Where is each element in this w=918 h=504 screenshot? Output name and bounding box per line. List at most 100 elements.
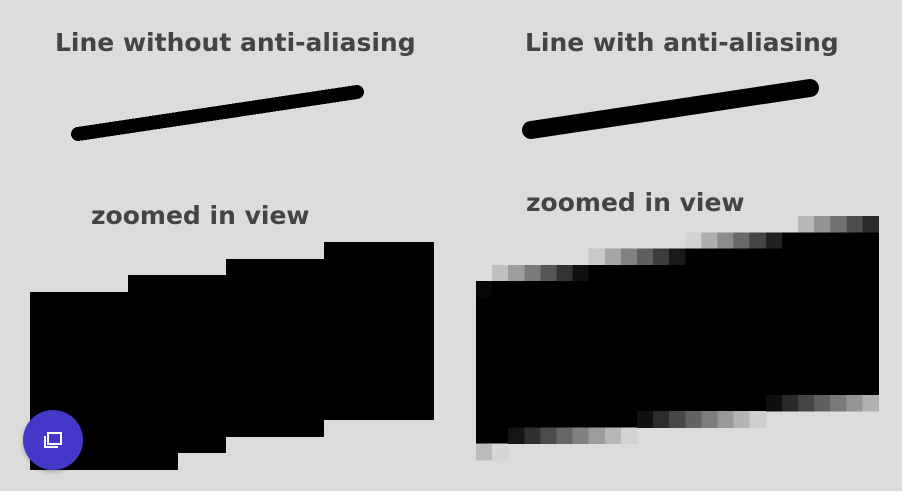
zoom-pixel	[588, 362, 606, 380]
zoom-pixel	[588, 281, 606, 298]
zoom-pixel	[476, 362, 493, 380]
zoom-pixel	[669, 313, 686, 331]
zoom-pixel	[685, 248, 702, 266]
zoom-pixel	[749, 394, 767, 412]
zoom-pixel	[701, 378, 719, 396]
zoom-pixel	[701, 329, 719, 347]
zoom-pixel	[620, 313, 638, 331]
zoom-pixel	[798, 216, 815, 233]
zoom-pixel	[556, 427, 574, 445]
zoom-pixel	[717, 248, 735, 266]
zoom-pixel	[830, 329, 847, 347]
zoom-pixel	[733, 232, 751, 250]
zoom-pixel	[620, 427, 638, 445]
zoom-pixel	[733, 297, 751, 315]
zoom-pixel	[749, 362, 767, 380]
zoom-pixel	[492, 427, 509, 445]
zoom-pixel	[765, 329, 783, 347]
zoom-pixel	[588, 378, 606, 396]
zoom-pixel	[476, 443, 493, 461]
zoom-pixel	[572, 281, 590, 298]
zoom-pixel	[476, 378, 493, 396]
zoom-pixel	[733, 313, 751, 331]
zoom-pixel	[556, 313, 574, 331]
zoom-pixel	[862, 232, 880, 250]
zoom-pixel	[781, 346, 799, 363]
zoom-pixel	[572, 329, 590, 347]
zoom-pixel	[492, 281, 509, 298]
zoom-pixel	[814, 329, 831, 347]
zoom-pixel	[717, 264, 735, 282]
zoom-pixel	[733, 264, 751, 282]
zoom-pixel	[830, 378, 847, 396]
zoom-pixel	[540, 297, 558, 315]
zoom-pixel	[492, 411, 509, 428]
zoom-pixel	[556, 297, 574, 315]
zoom-pixel	[846, 297, 863, 315]
zoom-pixel	[701, 362, 719, 380]
gallery-view-button[interactable]	[23, 410, 83, 470]
zoom-pixel	[524, 313, 541, 331]
zoom-pixel	[765, 281, 783, 298]
zoom-pixel	[508, 313, 525, 331]
zoom-pixel	[798, 264, 815, 282]
zoom-pixel	[604, 427, 622, 445]
zoom-pixel	[685, 232, 702, 250]
zoom-pixel	[781, 394, 799, 412]
zoom-pixel	[701, 346, 719, 363]
zoom-pixel	[476, 411, 493, 428]
zoom-pixel	[669, 394, 686, 412]
zoom-pixel	[604, 346, 622, 363]
zoom-pixel	[765, 248, 783, 266]
zoom-pixel	[717, 394, 735, 412]
zoom-pixel	[685, 394, 702, 412]
zoom-pixel	[476, 297, 493, 315]
antialiased-zoomed-view	[476, 216, 880, 461]
zoom-pixel	[572, 362, 590, 380]
zoom-pixel	[830, 297, 847, 315]
zoom-pixel	[685, 329, 702, 347]
zoom-pixel	[476, 281, 493, 298]
zoom-pixel	[701, 313, 719, 331]
zoom-pixel	[701, 394, 719, 412]
zoom-pixel	[798, 313, 815, 331]
zoom-pixel	[604, 281, 622, 298]
zoom-pixel	[765, 297, 783, 315]
zoom-pixel	[540, 411, 558, 428]
zoom-pixel	[556, 281, 574, 298]
zoom-pixel	[798, 329, 815, 347]
zoom-pixel	[572, 427, 590, 445]
zoom-pixel	[814, 362, 831, 380]
zoom-pixel	[653, 394, 670, 412]
zoom-pixel	[604, 297, 622, 315]
zoom-pixel	[733, 411, 751, 428]
zoom-pixel	[572, 346, 590, 363]
zoom-pixel	[620, 297, 638, 315]
zoom-pixel	[556, 264, 574, 282]
zoom-pixel	[814, 394, 831, 412]
zoom-pixel	[508, 394, 525, 412]
zoom-pixel	[524, 411, 541, 428]
zoom-pixel	[749, 264, 767, 282]
zoom-pixel	[862, 394, 880, 412]
zoom-pixel	[540, 362, 558, 380]
zoom-pixel	[846, 281, 863, 298]
zoom-pixel	[653, 281, 670, 298]
zoom-pixel	[830, 313, 847, 331]
zoom-pixel	[604, 362, 622, 380]
diagram-panel: Line without anti-aliasing Line with ant…	[0, 0, 902, 491]
zoom-pixel	[492, 443, 509, 461]
zoom-pixel	[765, 313, 783, 331]
zoom-pixel	[604, 313, 622, 331]
zoom-pixel	[637, 411, 654, 428]
zoom-pixel	[749, 329, 767, 347]
zoom-pixel	[749, 297, 767, 315]
zoom-pixel	[620, 329, 638, 347]
zoom-pixel	[846, 264, 863, 282]
zoom-pixel	[653, 378, 670, 396]
zoom-pixel	[749, 232, 767, 250]
zoom-pixel	[685, 281, 702, 298]
zoom-pixel	[524, 394, 541, 412]
zoom-pixel	[508, 362, 525, 380]
zoom-pixel	[830, 264, 847, 282]
